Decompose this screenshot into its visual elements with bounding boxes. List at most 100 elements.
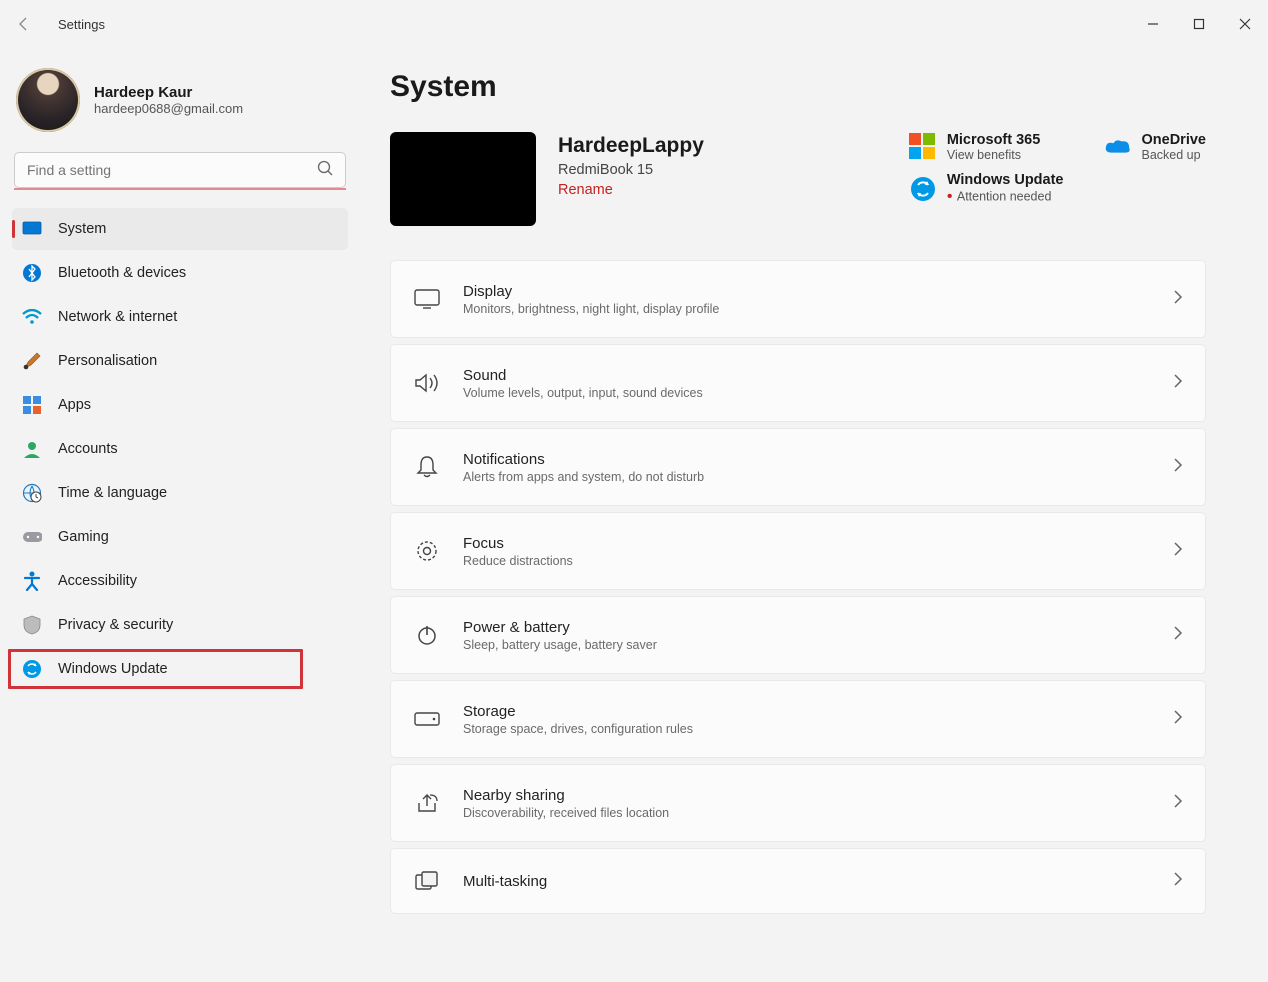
sidebar-item-label: Gaming bbox=[58, 529, 109, 545]
sidebar-item-accounts[interactable]: Accounts bbox=[12, 428, 348, 470]
card-display[interactable]: Display Monitors, brightness, night ligh… bbox=[390, 260, 1206, 338]
status-sub: Attention needed bbox=[947, 188, 1064, 206]
search-input[interactable] bbox=[14, 152, 346, 188]
card-power[interactable]: Power & battery Sleep, battery usage, ba… bbox=[390, 596, 1206, 674]
sidebar-item-time-language[interactable]: Time & language bbox=[12, 472, 348, 514]
chevron-right-icon bbox=[1173, 710, 1183, 729]
sound-icon bbox=[413, 369, 441, 397]
card-focus[interactable]: Focus Reduce distractions bbox=[390, 512, 1206, 590]
profile-block[interactable]: Hardeep Kaur hardeep0688@gmail.com bbox=[10, 56, 350, 152]
bell-icon bbox=[413, 453, 441, 481]
close-button[interactable] bbox=[1222, 8, 1268, 40]
sidebar-item-label: Personalisation bbox=[58, 353, 157, 369]
onedrive-icon bbox=[1104, 133, 1132, 161]
clock-globe-icon bbox=[22, 483, 42, 503]
card-multitasking[interactable]: Multi-tasking bbox=[390, 848, 1206, 914]
update-icon bbox=[909, 175, 937, 203]
sidebar-item-gaming[interactable]: Gaming bbox=[12, 516, 348, 558]
avatar bbox=[16, 68, 80, 132]
card-sub: Discoverability, received files location bbox=[463, 806, 1151, 820]
sidebar-item-accessibility[interactable]: Accessibility bbox=[12, 560, 348, 602]
chevron-right-icon bbox=[1173, 290, 1183, 309]
sidebar-item-apps[interactable]: Apps bbox=[12, 384, 348, 426]
search-highlight-underline bbox=[14, 188, 346, 190]
storage-icon bbox=[413, 705, 441, 733]
status-title: OneDrive bbox=[1142, 132, 1206, 148]
shield-icon bbox=[22, 615, 42, 635]
minimize-button[interactable] bbox=[1130, 8, 1176, 40]
status-sub: View benefits bbox=[947, 148, 1040, 162]
sidebar-item-label: System bbox=[58, 221, 106, 237]
system-icon bbox=[22, 219, 42, 239]
status-sub: Backed up bbox=[1142, 148, 1206, 162]
sidebar-item-network[interactable]: Network & internet bbox=[12, 296, 348, 338]
chevron-right-icon bbox=[1173, 794, 1183, 813]
profile-name: Hardeep Kaur bbox=[94, 84, 243, 101]
card-title: Display bbox=[463, 283, 1151, 300]
sidebar-item-system[interactable]: System bbox=[12, 208, 348, 250]
card-title: Nearby sharing bbox=[463, 787, 1151, 804]
titlebar: Settings bbox=[0, 0, 1268, 48]
accessibility-icon bbox=[22, 571, 42, 591]
sidebar-item-label: Apps bbox=[58, 397, 91, 413]
apps-icon bbox=[22, 395, 42, 415]
device-block: HardeepLappy RedmiBook 15 Rename bbox=[390, 132, 704, 226]
card-title: Storage bbox=[463, 703, 1151, 720]
card-nearby-sharing[interactable]: Nearby sharing Discoverability, received… bbox=[390, 764, 1206, 842]
update-icon bbox=[22, 659, 42, 679]
status-title: Windows Update bbox=[947, 172, 1064, 188]
card-storage[interactable]: Storage Storage space, drives, configura… bbox=[390, 680, 1206, 758]
content-area: System HardeepLappy RedmiBook 15 Rename bbox=[360, 48, 1268, 982]
back-button[interactable] bbox=[8, 8, 40, 40]
device-thumbnail bbox=[390, 132, 536, 226]
device-model: RedmiBook 15 bbox=[558, 162, 704, 178]
status-tile-onedrive[interactable]: OneDrive Backed up bbox=[1104, 132, 1206, 162]
status-tile-update[interactable]: Windows Update Attention needed bbox=[909, 172, 1064, 206]
app-title: Settings bbox=[58, 17, 105, 32]
card-sub: Volume levels, output, input, sound devi… bbox=[463, 386, 1151, 400]
card-sub: Alerts from apps and system, do not dist… bbox=[463, 470, 1151, 484]
sidebar-item-label: Time & language bbox=[58, 485, 167, 501]
status-tile-ms365[interactable]: Microsoft 365 View benefits bbox=[909, 132, 1064, 162]
sidebar-item-label: Accessibility bbox=[58, 573, 137, 589]
sidebar-item-privacy[interactable]: Privacy & security bbox=[12, 604, 348, 646]
profile-email: hardeep0688@gmail.com bbox=[94, 101, 243, 116]
search-icon bbox=[316, 159, 334, 182]
sidebar-item-bluetooth[interactable]: Bluetooth & devices bbox=[12, 252, 348, 294]
share-icon bbox=[413, 789, 441, 817]
bluetooth-icon bbox=[22, 263, 42, 283]
chevron-right-icon bbox=[1173, 374, 1183, 393]
sidebar-item-label: Bluetooth & devices bbox=[58, 265, 186, 281]
focus-icon bbox=[413, 537, 441, 565]
card-notifications[interactable]: Notifications Alerts from apps and syste… bbox=[390, 428, 1206, 506]
paintbrush-icon bbox=[22, 351, 42, 371]
sidebar-item-label: Accounts bbox=[58, 441, 118, 457]
card-title: Focus bbox=[463, 535, 1151, 552]
sidebar-item-personalisation[interactable]: Personalisation bbox=[12, 340, 348, 382]
sidebar-item-label: Privacy & security bbox=[58, 617, 173, 633]
maximize-button[interactable] bbox=[1176, 8, 1222, 40]
sidebar-item-label: Windows Update bbox=[58, 661, 168, 677]
status-title: Microsoft 365 bbox=[947, 132, 1040, 148]
sidebar-item-label: Network & internet bbox=[58, 309, 177, 325]
card-sub: Storage space, drives, configuration rul… bbox=[463, 722, 1151, 736]
card-sub: Reduce distractions bbox=[463, 554, 1151, 568]
chevron-right-icon bbox=[1173, 542, 1183, 561]
sidebar-item-windows-update[interactable]: Windows Update bbox=[12, 648, 348, 690]
rename-link[interactable]: Rename bbox=[558, 182, 613, 198]
card-sub: Monitors, brightness, night light, displ… bbox=[463, 302, 1151, 316]
card-title: Multi-tasking bbox=[463, 873, 1151, 890]
card-sub: Sleep, battery usage, battery saver bbox=[463, 638, 1151, 652]
chevron-right-icon bbox=[1173, 626, 1183, 645]
card-sound[interactable]: Sound Volume levels, output, input, soun… bbox=[390, 344, 1206, 422]
ms365-icon bbox=[909, 133, 937, 161]
display-icon bbox=[413, 285, 441, 313]
wifi-icon bbox=[22, 307, 42, 327]
power-icon bbox=[413, 621, 441, 649]
page-title: System bbox=[390, 70, 1206, 104]
chevron-right-icon bbox=[1173, 458, 1183, 477]
card-title: Sound bbox=[463, 367, 1151, 384]
card-title: Notifications bbox=[463, 451, 1151, 468]
gamepad-icon bbox=[22, 527, 42, 547]
person-icon bbox=[22, 439, 42, 459]
